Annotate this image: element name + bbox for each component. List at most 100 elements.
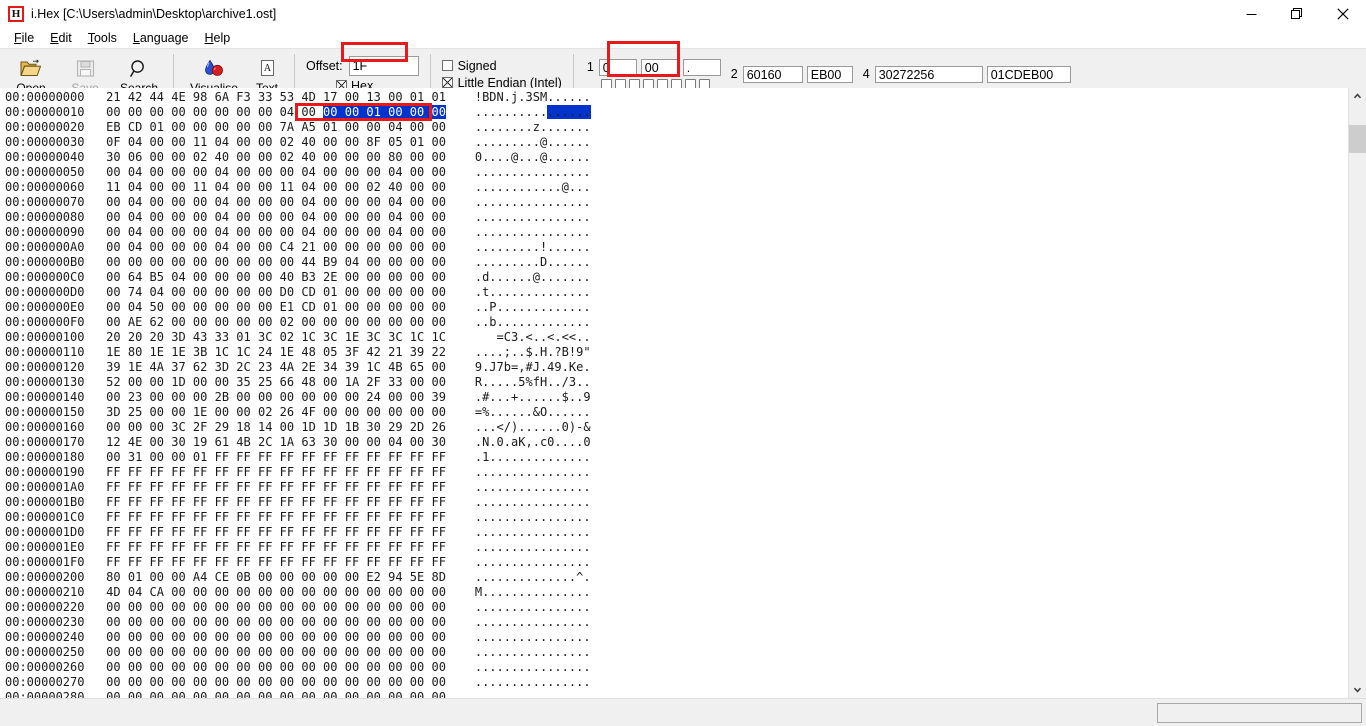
hex-byte[interactable]: 00 bbox=[323, 645, 345, 659]
hex-byte[interactable]: 00 bbox=[410, 300, 432, 314]
hex-byte[interactable]: 00 bbox=[388, 645, 410, 659]
ascii-char[interactable]: . bbox=[525, 255, 532, 269]
hex-byte[interactable]: 1E bbox=[280, 345, 302, 359]
ascii-char[interactable]: . bbox=[504, 615, 511, 629]
hex-byte[interactable]: 00 bbox=[323, 195, 345, 209]
hex-byte[interactable]: 40 bbox=[301, 150, 323, 164]
ascii-char[interactable]: . bbox=[583, 330, 590, 344]
ascii-char[interactable]: . bbox=[533, 585, 540, 599]
hex-byte[interactable]: 30 bbox=[366, 420, 388, 434]
hex-byte[interactable]: FF bbox=[366, 525, 388, 539]
hex-byte[interactable]: 00 bbox=[171, 240, 193, 254]
ascii-char[interactable]: . bbox=[504, 150, 511, 164]
ascii-char[interactable]: . bbox=[583, 690, 590, 698]
hex-byte[interactable]: B3 bbox=[301, 270, 323, 284]
ascii-char[interactable]: ? bbox=[554, 345, 561, 359]
ascii-char[interactable]: . bbox=[475, 510, 482, 524]
ascii-char[interactable]: . bbox=[554, 585, 561, 599]
hex-byte[interactable]: FF bbox=[323, 465, 345, 479]
ascii-char[interactable]: . bbox=[497, 165, 504, 179]
hex-byte[interactable]: 00 bbox=[171, 690, 193, 698]
hex-byte[interactable]: 00 bbox=[193, 690, 215, 698]
ascii-char[interactable]: . bbox=[562, 480, 569, 494]
ascii-char[interactable]: 0 bbox=[562, 420, 569, 434]
hex-byte[interactable]: 00 bbox=[171, 165, 193, 179]
ascii-char[interactable]: . bbox=[475, 165, 482, 179]
hex-byte[interactable]: 3D bbox=[106, 405, 128, 419]
ascii-char[interactable]: . bbox=[533, 330, 540, 344]
ascii-char[interactable]: . bbox=[475, 285, 482, 299]
hex-byte[interactable]: 00 bbox=[366, 660, 388, 674]
hex-byte[interactable]: 00 bbox=[215, 645, 237, 659]
hex-row[interactable]: 00:00000170 12 4E 00 30 19 61 4B 2C 1A 6… bbox=[5, 435, 1366, 450]
hex-byte[interactable]: 00 bbox=[258, 675, 280, 689]
ascii-char[interactable]: . bbox=[583, 165, 590, 179]
hex-byte[interactable]: 00 bbox=[171, 300, 193, 314]
ascii-char[interactable]: . bbox=[489, 480, 496, 494]
ascii-char[interactable]: . bbox=[497, 495, 504, 509]
ascii-char[interactable]: . bbox=[533, 495, 540, 509]
hex-byte[interactable]: 04 bbox=[215, 180, 237, 194]
hex-byte[interactable]: FF bbox=[258, 465, 280, 479]
hex-byte[interactable]: FF bbox=[258, 495, 280, 509]
ascii-char[interactable]: . bbox=[489, 105, 496, 119]
ascii-char[interactable]: . bbox=[554, 435, 561, 449]
hex-row[interactable]: 00:000000F0 00 AE 62 00 00 00 00 00 02 0… bbox=[5, 315, 1366, 330]
hex-row[interactable]: 00:00000120 39 1E 4A 37 62 3D 2C 23 4A 2… bbox=[5, 360, 1366, 375]
hex-byte[interactable]: FF bbox=[410, 495, 432, 509]
ascii-char[interactable]: . bbox=[562, 195, 569, 209]
hex-byte[interactable]: 00 bbox=[323, 315, 345, 329]
ascii-char[interactable]: < bbox=[525, 330, 532, 344]
hex-byte[interactable]: 11 bbox=[280, 180, 302, 194]
hex-byte[interactable]: 1E bbox=[193, 405, 215, 419]
hex-byte[interactable]: 00 bbox=[410, 585, 432, 599]
ascii-char[interactable]: . bbox=[525, 525, 532, 539]
ascii-char[interactable]: . bbox=[497, 375, 504, 389]
hex-byte[interactable]: 04 bbox=[388, 210, 410, 224]
ascii-char[interactable]: . bbox=[583, 660, 590, 674]
ascii-char[interactable]: . bbox=[583, 360, 590, 374]
hex-byte[interactable]: 04 bbox=[388, 225, 410, 239]
hex-byte[interactable]: 00 bbox=[215, 675, 237, 689]
hex-byte[interactable]: F3 bbox=[236, 90, 258, 104]
ascii-char[interactable]: . bbox=[525, 300, 532, 314]
ascii-char[interactable]: . bbox=[504, 570, 511, 584]
ascii-char[interactable]: . bbox=[525, 450, 532, 464]
ascii-char[interactable]: . bbox=[554, 90, 561, 104]
ascii-char[interactable]: . bbox=[489, 180, 496, 194]
hex-byte[interactable]: 00 bbox=[193, 315, 215, 329]
hex-byte[interactable]: 00 bbox=[236, 645, 258, 659]
ascii-char[interactable]: . bbox=[533, 600, 540, 614]
hex-byte[interactable]: 00 bbox=[236, 300, 258, 314]
ascii-char[interactable]: . bbox=[489, 150, 496, 164]
hex-byte[interactable]: 00 bbox=[431, 660, 445, 674]
hex-byte[interactable]: 00 bbox=[128, 630, 150, 644]
ascii-char[interactable]: . bbox=[533, 660, 540, 674]
ascii-char[interactable]: . bbox=[475, 120, 482, 134]
hex-byte[interactable]: 00 bbox=[106, 450, 128, 464]
ascii-char[interactable]: . bbox=[533, 150, 540, 164]
hex-byte[interactable]: 00 bbox=[323, 240, 345, 254]
ascii-char[interactable]: . bbox=[554, 390, 561, 404]
ascii-char[interactable]: . bbox=[504, 660, 511, 674]
hex-byte[interactable]: 33 bbox=[258, 90, 280, 104]
hex-byte[interactable]: 4A bbox=[150, 360, 172, 374]
hex-byte[interactable]: 00 bbox=[388, 675, 410, 689]
hex-byte[interactable]: FF bbox=[193, 465, 215, 479]
ascii-char[interactable]: . bbox=[497, 630, 504, 644]
hex-byte[interactable]: 1D bbox=[323, 420, 345, 434]
ascii-char[interactable]: 9 bbox=[583, 390, 590, 404]
ascii-char[interactable]: . bbox=[583, 210, 590, 224]
ascii-char[interactable]: . bbox=[504, 465, 511, 479]
ascii-char[interactable]: . bbox=[504, 135, 511, 149]
ascii-char[interactable]: . bbox=[475, 480, 482, 494]
ascii-char[interactable]: . bbox=[583, 615, 590, 629]
ascii-char[interactable]: 9 bbox=[554, 360, 561, 374]
hex-byte[interactable]: 00 bbox=[236, 120, 258, 134]
hex-byte[interactable]: 30 bbox=[431, 435, 445, 449]
hex-byte[interactable]: 00 bbox=[215, 120, 237, 134]
hex-row[interactable]: 00:00000090 00 04 00 00 00 04 00 00 00 0… bbox=[5, 225, 1366, 240]
hex-byte[interactable]: FF bbox=[171, 465, 193, 479]
hex-byte[interactable]: 00 bbox=[301, 675, 323, 689]
hex-byte[interactable]: 00 bbox=[193, 600, 215, 614]
